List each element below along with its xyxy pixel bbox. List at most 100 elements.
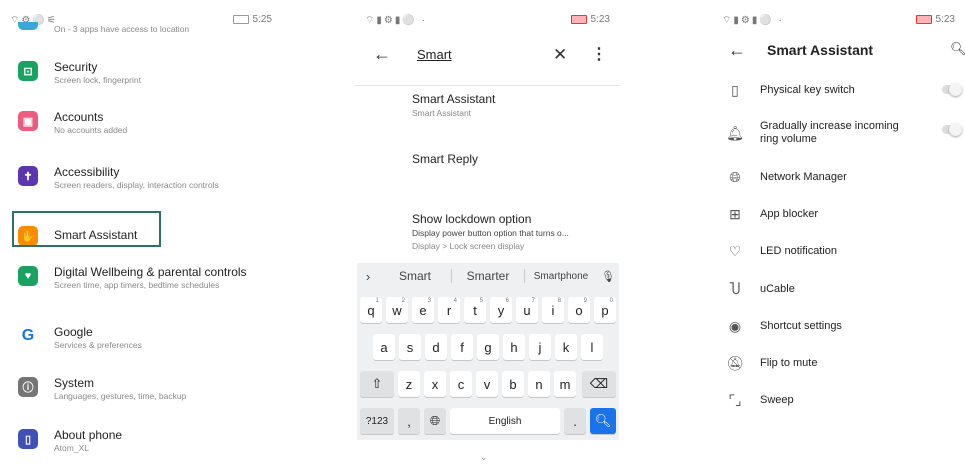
suggestion-word[interactable]: Smartphone — [525, 271, 597, 282]
backspace-key[interactable]: ⌫ — [582, 371, 616, 397]
setting-row-led-notification[interactable]: ♡ LED notification — [724, 241, 959, 261]
key-h[interactable]: h — [503, 334, 525, 360]
shift-key[interactable]: ⇧ — [360, 371, 394, 397]
search-input[interactable]: Smart — [417, 47, 452, 62]
key-e[interactable]: e3 — [412, 297, 434, 323]
settings-item-subtitle: Services & preferences — [54, 340, 142, 350]
settings-item-security[interactable]: ⊡ Security Screen lock, fingerprint — [18, 60, 272, 86]
app-grid-icon: ⊞ — [729, 205, 741, 222]
settings-item-about-phone[interactable]: ▯ About phone Atom_XL — [18, 428, 272, 454]
suggestion-word[interactable]: Smarter — [452, 269, 524, 283]
search-key[interactable]: 🔍︎ — [590, 408, 616, 434]
search-panel: ⌔▮⚙▮⚪ · 5:23 ← Smart ✕ ⋮ Smart Assistant… — [355, 0, 620, 472]
setting-row-sweep[interactable]: ⌜⌟ Sweep — [724, 390, 959, 410]
back-arrow-icon[interactable]: ← — [728, 40, 746, 61]
cable-icon: Ⴎ — [729, 280, 741, 297]
key-u[interactable]: u7 — [516, 297, 538, 323]
setting-label: App blocker — [760, 207, 819, 220]
key-f[interactable]: f — [451, 334, 473, 360]
key-q[interactable]: q1 — [360, 297, 382, 323]
search-bar: ← Smart ✕ ⋮ — [355, 30, 620, 86]
target-icon: ◉ — [728, 317, 742, 334]
setting-label: Flip to mute — [760, 356, 818, 369]
google-icon: G — [18, 326, 38, 346]
setting-row-ucable[interactable]: ႮuCable — [724, 279, 959, 299]
key-m[interactable]: m — [554, 371, 576, 397]
key-x[interactable]: x — [424, 371, 446, 397]
key-l[interactable]: l — [581, 334, 603, 360]
setting-label: Physical key switch — [760, 83, 855, 96]
key-j[interactable]: j — [529, 334, 551, 360]
settings-item-title: About phone — [54, 428, 123, 442]
expand-arrow-icon[interactable]: › — [357, 269, 379, 284]
settings-item-title: Accessibility — [54, 165, 120, 179]
sweep-icon: ⌜⌟ — [728, 391, 742, 408]
key-o[interactable]: o9 — [568, 297, 590, 323]
settings-item-system[interactable]: ⓘ System Languages, gestures, time, backup — [18, 376, 272, 402]
bell-icon: 🔔︎ — [726, 124, 744, 141]
settings-item-accessibility[interactable]: ✝ Accessibility Screen readers, display, i… — [18, 165, 272, 191]
location-icon — [18, 22, 38, 30]
space-key[interactable]: English — [450, 408, 560, 434]
key-z[interactable]: z — [398, 371, 420, 397]
setting-row-flip-to-mute[interactable]: 🔕︎ Flip to mute — [724, 353, 959, 373]
period-key[interactable]: . — [564, 408, 586, 434]
key-n[interactable]: n — [528, 371, 550, 397]
setting-row-network-manager[interactable]: 🌐︎ Network Manager — [724, 167, 959, 187]
search-icon[interactable]: 🔍︎ — [950, 41, 965, 57]
symbols-key[interactable]: ?123 — [360, 408, 394, 434]
key-y[interactable]: y6 — [490, 297, 512, 323]
phone-icon: ▯ — [18, 429, 38, 449]
accessibility-icon: ✝ — [18, 166, 38, 186]
search-result[interactable]: Smart Assistant Smart Assistant — [412, 92, 614, 120]
location-subtitle: On - 3 apps have access to location — [54, 24, 190, 34]
settings-item-title: Security — [54, 60, 98, 74]
clear-icon[interactable]: ✕ — [553, 45, 567, 65]
key-w[interactable]: w2 — [386, 297, 408, 323]
key-v[interactable]: v — [476, 371, 498, 397]
result-title: Smart Assistant — [412, 92, 496, 106]
settings-item-accounts[interactable]: ▣ Accounts No accounts added — [18, 110, 272, 136]
setting-row-physical-key-switch[interactable]: ▯ Physical key switch — [724, 80, 962, 100]
key-g[interactable]: g — [477, 334, 499, 360]
microphone-icon[interactable]: 🎙︎ — [597, 270, 619, 283]
keyboard: › Smart Smarter Smartphone 🎙︎ q1w2e3r4t5… — [357, 263, 619, 440]
bulb-icon: ♡ — [728, 242, 742, 259]
search-result[interactable]: Show lockdown option Display power button… — [412, 212, 614, 253]
key-i[interactable]: i8 — [542, 297, 564, 323]
setting-row-shortcut-settings[interactable]: ◉ Shortcut settings — [724, 316, 959, 336]
setting-row-gradually-increase-incoming-ring-volume[interactable]: 🔔︎ Gradually increase incoming ring volum… — [724, 120, 962, 146]
suggestion-strip: › Smart Smarter Smartphone 🎙︎ — [357, 263, 619, 289]
search-result[interactable]: Smart Reply — [412, 152, 614, 167]
status-icons: ⌔▮⚙▮⚪ · — [365, 15, 427, 26]
settings-item-title: System — [54, 376, 95, 390]
key-a[interactable]: a — [373, 334, 395, 360]
setting-row-app-blocker[interactable]: ⊞ App blocker — [724, 204, 959, 224]
wellbeing-icon: ♥ — [18, 266, 38, 286]
hide-keyboard-icon[interactable]: ⌄ — [480, 452, 488, 463]
smart-assistant-panel: ⌔▮⚙▮⚪ · 5:23 ← Smart Assistant 🔍︎ ▯ Physi… — [712, 0, 965, 472]
key-b[interactable]: b — [502, 371, 524, 397]
status-bar: ⌔▮⚙▮⚪ · 5:23 — [355, 0, 620, 32]
key-c[interactable]: c — [450, 371, 472, 397]
suggestion-word[interactable]: Smart — [379, 269, 451, 283]
key-d[interactable]: d — [425, 334, 447, 360]
back-arrow-icon[interactable]: ← — [373, 44, 391, 65]
settings-item-google[interactable]: G Google Services & preferences — [18, 325, 272, 351]
key-r[interactable]: r4 — [438, 297, 460, 323]
language-globe-icon[interactable]: 🌐︎ — [424, 408, 446, 434]
bell-off-icon: 🔕︎ — [726, 354, 744, 371]
comma-key[interactable]: , — [398, 408, 420, 434]
settings-item-digital-wellbeing-parental-controls[interactable]: ♥ Digital Wellbeing & parental controls Sc… — [18, 265, 272, 291]
more-options-icon[interactable]: ⋮ — [591, 44, 607, 64]
key-p[interactable]: p0 — [594, 297, 616, 323]
app-bar: ← Smart Assistant 🔍︎ — [712, 30, 965, 70]
key-s[interactable]: s — [399, 334, 421, 360]
battery-low-icon — [570, 15, 587, 24]
key-k[interactable]: k — [555, 334, 577, 360]
settings-item-title: Accounts — [54, 110, 104, 124]
settings-item-title: Google — [54, 325, 93, 339]
toggle-switch[interactable] — [942, 123, 962, 136]
key-t[interactable]: t5 — [464, 297, 486, 323]
toggle-switch[interactable] — [942, 83, 962, 96]
